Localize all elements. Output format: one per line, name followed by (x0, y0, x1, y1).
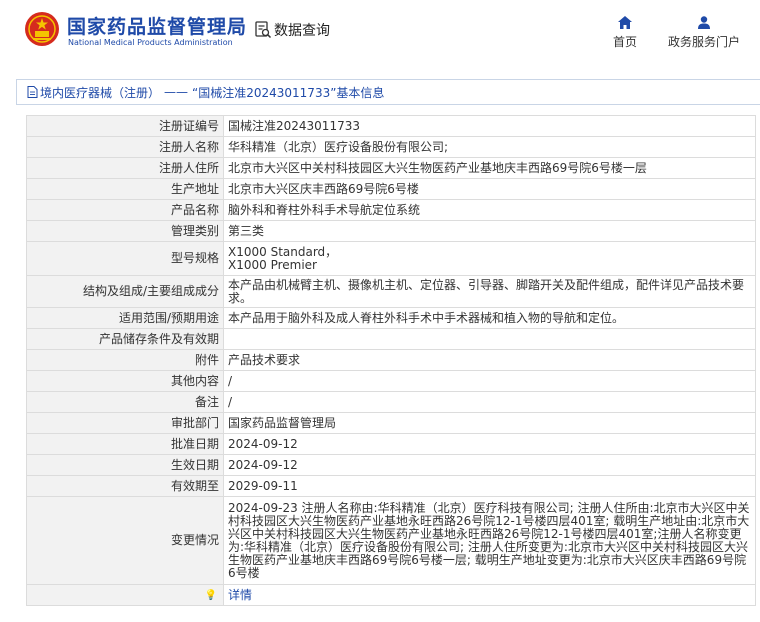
row-value: / (223, 370, 756, 392)
table-row: 注册人住所 北京市大兴区中关村科技园区大兴生物医药产业基地庆丰西路69号院6号楼… (26, 157, 756, 179)
row-value: 北京市大兴区中关村科技园区大兴生物医药产业基地庆丰西路69号院6号楼一层 (223, 157, 756, 179)
home-icon (618, 16, 632, 29)
table-row: 生产地址 北京市大兴区庆丰西路69号院6号楼 (26, 178, 756, 200)
table-row: 有效期至 2029-09-11 (26, 475, 756, 497)
user-icon (698, 16, 710, 29)
row-value: 2029-09-11 (223, 475, 756, 497)
row-value: 北京市大兴区庆丰西路69号院6号楼 (223, 178, 756, 200)
row-label: 变更情况 (26, 496, 224, 585)
row-value: X1000 Standard， X1000 Premier (223, 241, 756, 276)
table-row: 产品储存条件及有效期 (26, 328, 756, 350)
breadcrumb-section-link[interactable]: 境内医疗器械（注册） (40, 84, 160, 101)
row-value: 第三类 (223, 220, 756, 242)
data-query-button[interactable]: 数据查询 (254, 20, 330, 40)
data-query-label: 数据查询 (274, 23, 330, 39)
table-row: 其他内容 / (26, 370, 756, 392)
row-label: 注册人住所 (26, 157, 224, 179)
table-row: 适用范围/预期用途 本产品用于脑外科及成人脊柱外科手术中手术器械和植入物的导航和… (26, 307, 756, 329)
breadcrumb: 境内医疗器械（注册） —— “国械注准20243011733”基本信息 (16, 79, 760, 105)
table-row: 注册人名称 华科精准（北京）医疗设备股份有限公司; (26, 136, 756, 158)
table-row: 批准日期 2024-09-12 (26, 433, 756, 455)
row-value: 2024-09-23 注册人名称由:华科精准（北京）医疗科技有限公司; 注册人住… (223, 496, 756, 585)
table-row: 备注 / (26, 391, 756, 413)
row-label: 注册人名称 (26, 136, 224, 158)
row-label: 型号规格 (26, 241, 224, 276)
model-spec-line: X1000 Standard， (228, 244, 338, 259)
row-label: 产品名称 (26, 199, 224, 221)
row-label: 审批部门 (26, 412, 224, 434)
site-subtitle: National Medical Products Administration (68, 38, 233, 47)
table-row: 产品名称 脑外科和脊柱外科手术导航定位系统 (26, 199, 756, 221)
table-row: 附件 产品技术要求 (26, 349, 756, 371)
row-value (223, 328, 756, 350)
nav-government-services-label: 政务服务门户 (668, 35, 741, 49)
row-value: 华科精准（北京）医疗设备股份有限公司; (223, 136, 756, 158)
row-label: 批准日期 (26, 433, 224, 455)
row-value: 本产品用于脑外科及成人脊柱外科手术中手术器械和植入物的导航和定位。 (223, 307, 756, 329)
table-row: 生效日期 2024-09-12 (26, 454, 756, 476)
row-value: 详情 (223, 584, 756, 606)
row-label: 附件 (26, 349, 224, 371)
row-value: 2024-09-12 (223, 454, 756, 476)
table-row: 审批部门 国家药品监督管理局 (26, 412, 756, 434)
row-label: 生产地址 (26, 178, 224, 200)
table-row: 管理类别 第三类 (26, 220, 756, 242)
row-label: 结构及组成/主要组成成分 (26, 275, 224, 308)
row-label: 注册证编号 (26, 115, 224, 137)
bulb-icon: 💡 (204, 590, 217, 601)
national-emblem-icon (25, 12, 59, 46)
row-value: 国械注准20243011733 (223, 115, 756, 137)
breadcrumb-separator: —— (164, 85, 189, 99)
row-label: 管理类别 (26, 220, 224, 242)
nav-home-label: 首页 (613, 35, 638, 49)
row-value: / (223, 391, 756, 413)
nav-government-services[interactable]: 政务服务门户 (668, 16, 740, 50)
row-label: 备注 (26, 391, 224, 413)
table-row: 型号规格 X1000 Standard， X1000 Premier (26, 241, 756, 276)
row-label: 适用范围/预期用途 (26, 307, 224, 329)
row-label: 产品储存条件及有效期 (26, 328, 224, 350)
table-row: 注册证编号 国械注准20243011733 (26, 115, 756, 137)
row-label: 其他内容 (26, 370, 224, 392)
row-label: 有效期至 (26, 475, 224, 497)
row-value: 国家药品监督管理局 (223, 412, 756, 434)
document-icon (27, 86, 38, 98)
row-label: 💡 (26, 584, 224, 606)
table-row: 变更情况 2024-09-23 注册人名称由:华科精准（北京）医疗科技有限公司;… (26, 496, 756, 585)
site-title: 国家药品监督管理局 (67, 16, 248, 38)
row-value: 本产品由机械臂主机、摄像机主机、定位器、引导器、脚踏开关及配件组成，配件详见产品… (223, 275, 756, 308)
details-link[interactable]: 详情 (228, 588, 252, 602)
table-row: 结构及组成/主要组成成分 本产品由机械臂主机、摄像机主机、定位器、引导器、脚踏开… (26, 275, 756, 308)
nav-home[interactable]: 首页 (613, 16, 637, 50)
breadcrumb-title: “国械注准20243011733”基本信息 (192, 85, 385, 100)
model-spec-line: X1000 Premier (228, 257, 317, 272)
row-label: 生效日期 (26, 454, 224, 476)
search-document-icon (255, 21, 272, 39)
row-value: 脑外科和脊柱外科手术导航定位系统 (223, 199, 756, 221)
site-header: 国家药品监督管理局 National Medical Products Admi… (0, 0, 760, 68)
row-value: 2024-09-12 (223, 433, 756, 455)
row-value: 产品技术要求 (223, 349, 756, 371)
registration-info-table: 注册证编号 国械注准20243011733 注册人名称 华科精准（北京）医疗设备… (26, 115, 756, 606)
table-row: 💡 详情 (26, 584, 756, 606)
